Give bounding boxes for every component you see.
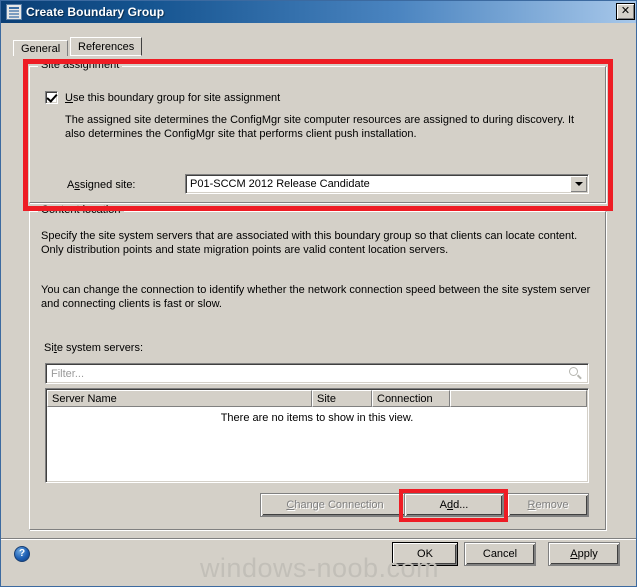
- add-button[interactable]: Add...: [404, 493, 504, 517]
- column-header-server-name[interactable]: Server Name: [47, 390, 312, 407]
- apply-button[interactable]: Apply: [548, 542, 620, 566]
- column-header-connection[interactable]: Connection: [372, 390, 450, 407]
- change-connection-button[interactable]: Change Connection: [260, 493, 410, 517]
- ok-button[interactable]: OK: [392, 542, 458, 566]
- filter-placeholder: Filter...: [51, 367, 85, 380]
- site-system-servers-list[interactable]: Server Name Site Connection There are no…: [45, 388, 589, 483]
- window-icon: [6, 4, 22, 20]
- search-icon[interactable]: [567, 365, 585, 383]
- checkbox-box[interactable]: [45, 91, 58, 104]
- tab-strip: General References: [13, 37, 626, 56]
- footer-divider: [1, 538, 636, 540]
- list-header-row: Server Name Site Connection: [47, 390, 587, 407]
- watermark: windows-noob.com: [199, 553, 440, 583]
- checkbox-label: Use this boundary group for site assignm…: [65, 91, 281, 104]
- content-location-description-1: Specify the site system servers that are…: [41, 230, 578, 256]
- help-icon[interactable]: ?: [14, 546, 30, 562]
- site-system-servers-label: Site system servers:: [44, 342, 144, 354]
- site-assignment-description: The assigned site determines the ConfigM…: [65, 114, 575, 140]
- assigned-site-value: P01-SCCM 2012 Release Candidate: [190, 178, 370, 190]
- empty-list-message: There are no items to show in this view.: [220, 412, 414, 424]
- create-boundary-group-dialog: Create Boundary Group ✕ General Referenc…: [0, 0, 637, 587]
- tab-references[interactable]: References: [70, 37, 143, 56]
- tab-general[interactable]: General: [13, 40, 69, 56]
- window-title: Create Boundary Group: [26, 5, 165, 19]
- assigned-site-combobox[interactable]: P01-SCCM 2012 Release Candidate: [185, 174, 589, 194]
- content-location-caption: Content location: [38, 205, 124, 216]
- column-header-filler[interactable]: [450, 390, 587, 407]
- cancel-button[interactable]: Cancel: [464, 542, 536, 566]
- column-header-site[interactable]: Site: [312, 390, 372, 407]
- filter-input[interactable]: Filter...: [45, 363, 589, 384]
- close-icon[interactable]: ✕: [616, 3, 635, 20]
- chevron-down-icon[interactable]: [570, 176, 587, 192]
- assigned-site-label: Assigned site:: [67, 179, 136, 191]
- use-for-site-assignment-checkbox[interactable]: Use this boundary group for site assignm…: [45, 91, 280, 104]
- content-location-description-2: You can change the connection to identif…: [41, 284, 591, 310]
- title-bar: Create Boundary Group ✕: [1, 1, 636, 23]
- site-assignment-caption: Site assignment: [38, 60, 123, 71]
- remove-button[interactable]: Remove: [507, 493, 589, 517]
